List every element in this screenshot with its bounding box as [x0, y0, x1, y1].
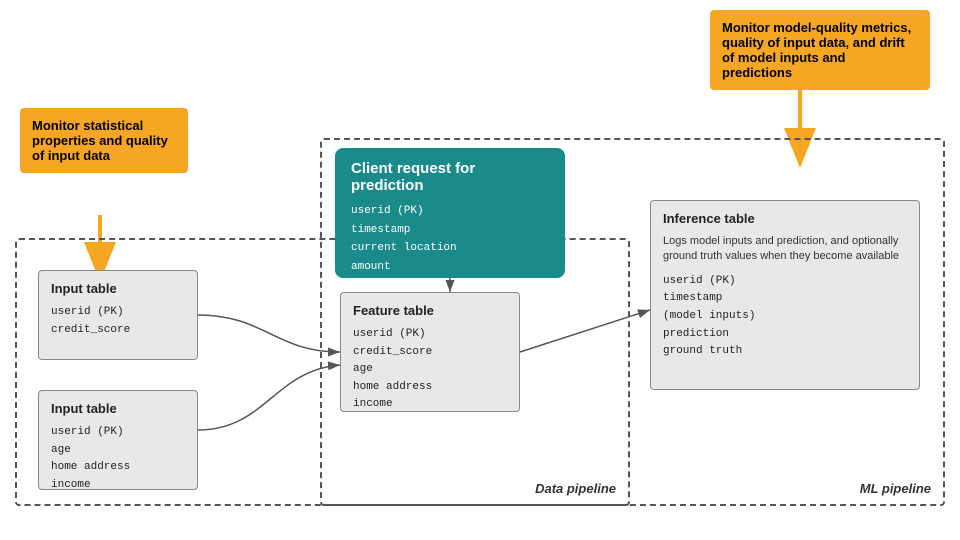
data-pipeline-label: Data pipeline	[535, 481, 616, 496]
client-request-box: Client request for prediction userid (PK…	[335, 148, 565, 278]
feature-table-title: Feature table	[353, 303, 507, 318]
ml-pipeline-label: ML pipeline	[860, 481, 931, 496]
feature-field-2: credit_score	[353, 344, 507, 362]
inference-field-1: userid (PK)	[663, 273, 907, 291]
callout-left: Monitor statistical properties and quali…	[20, 108, 188, 173]
input1-field-1: userid (PK)	[51, 304, 185, 322]
inference-field-4: prediction	[663, 326, 907, 344]
inference-field-2: timestamp	[663, 290, 907, 308]
inference-table: Inference table Logs model inputs and pr…	[650, 200, 920, 390]
feature-field-4: home address	[353, 379, 507, 397]
feature-field-1: userid (PK)	[353, 326, 507, 344]
input2-field-1: userid (PK)	[51, 424, 185, 442]
input-table-2-title: Input table	[51, 401, 185, 416]
input1-field-2: credit_score	[51, 322, 185, 340]
client-field-4: amount	[351, 258, 549, 277]
client-field-1: userid (PK)	[351, 202, 549, 221]
input2-field-2: age	[51, 442, 185, 460]
callout-left-text: Monitor statistical properties and quali…	[32, 118, 168, 163]
input-table-2-fields: userid (PK) age home address income	[51, 424, 185, 494]
inference-table-description: Logs model inputs and prediction, and op…	[663, 234, 907, 265]
input-table-1-title: Input table	[51, 281, 185, 296]
callout-right: Monitor model-quality metrics, quality o…	[710, 10, 930, 90]
feature-table-fields: userid (PK) credit_score age home addres…	[353, 326, 507, 414]
inference-field-3: (model inputs)	[663, 308, 907, 326]
inference-field-5: ground truth	[663, 343, 907, 361]
client-field-2: timestamp	[351, 221, 549, 240]
callout-right-text: Monitor model-quality metrics, quality o…	[722, 20, 911, 80]
inference-table-fields: userid (PK) timestamp (model inputs) pre…	[663, 273, 907, 361]
input-table-2: Input table userid (PK) age home address…	[38, 390, 198, 490]
feature-field-5: income	[353, 396, 507, 414]
diagram-container: Monitor statistical properties and quali…	[0, 0, 960, 540]
inference-table-title: Inference table	[663, 211, 907, 226]
feature-field-3: age	[353, 361, 507, 379]
feature-table: Feature table userid (PK) credit_score a…	[340, 292, 520, 412]
input2-field-3: home address	[51, 459, 185, 477]
client-request-title: Client request for prediction	[351, 160, 549, 194]
input2-field-4: income	[51, 477, 185, 495]
client-request-fields: userid (PK) timestamp current location a…	[351, 202, 549, 277]
input-table-1: Input table userid (PK) credit_score	[38, 270, 198, 360]
client-field-3: current location	[351, 239, 549, 258]
input-table-1-fields: userid (PK) credit_score	[51, 304, 185, 339]
